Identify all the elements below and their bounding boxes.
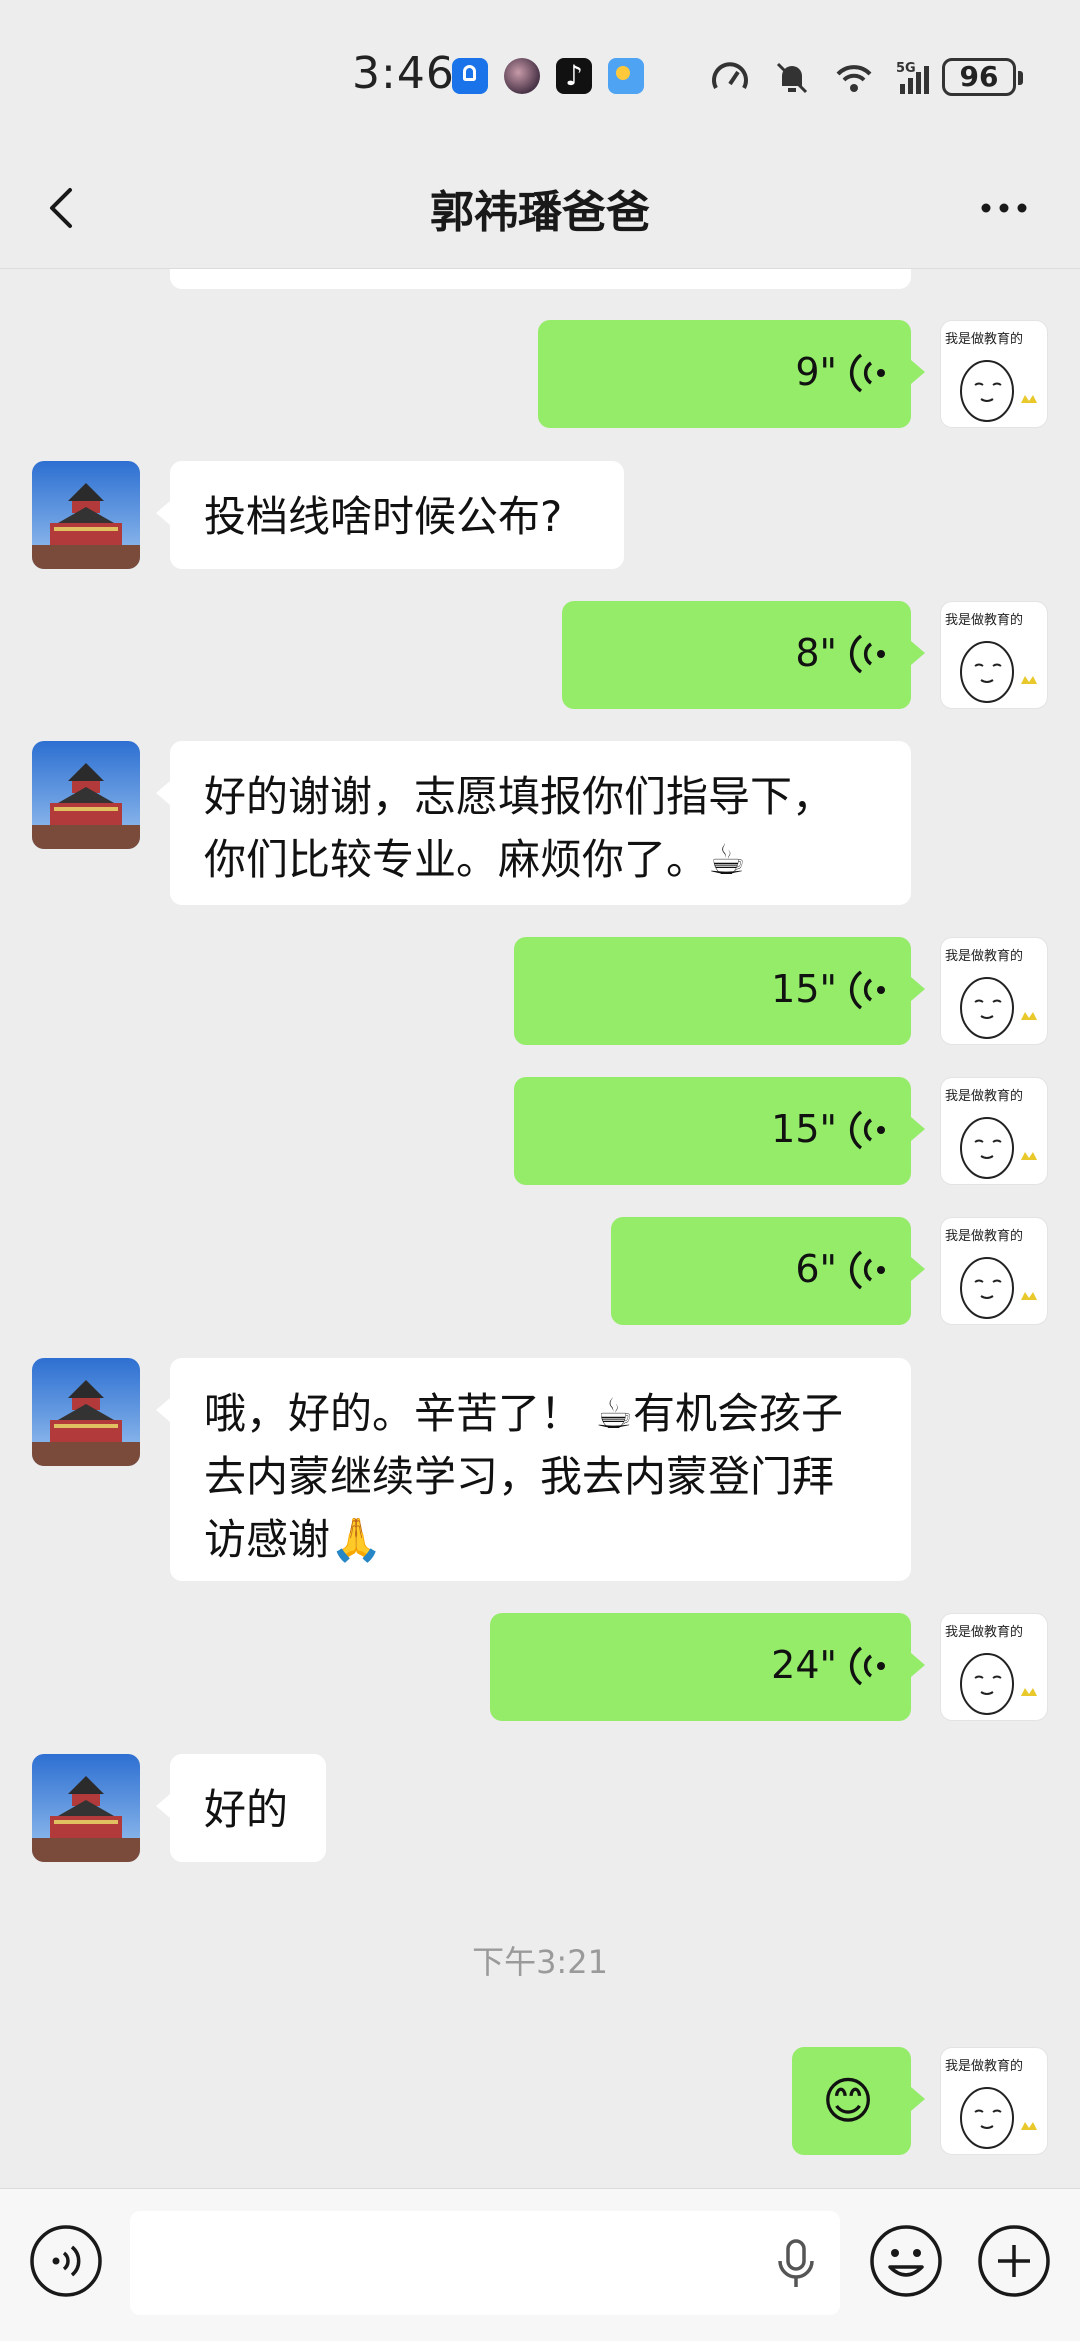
voice-duration: 24" xyxy=(771,1643,837,1687)
voice-message-bubble[interactable]: 15" xyxy=(514,937,925,1045)
weather-icon xyxy=(608,58,644,94)
chat-header: 郭祎璠爸爸 xyxy=(0,150,1080,269)
my-avatar[interactable]: 我是做教育的 xyxy=(940,2047,1048,2155)
svg-text:5G: 5G xyxy=(896,61,916,76)
input-bar xyxy=(0,2188,1080,2341)
5g-signal-icon: 5G xyxy=(896,61,929,94)
battery-icon: 96 xyxy=(942,58,1023,96)
sticker-face-icon: 我是做教育的 xyxy=(945,331,1037,422)
my-avatar[interactable]: 我是做教育的 xyxy=(940,937,1048,1045)
voice-wave-icon xyxy=(849,1110,885,1150)
emoji-message-bubble[interactable]: 😊 xyxy=(792,2047,925,2155)
contact-avatar[interactable] xyxy=(32,1358,140,1466)
voice-duration: 8" xyxy=(795,631,837,675)
voice-wave-icon xyxy=(849,970,885,1010)
timestamp: 下午3:21 xyxy=(472,1943,608,1981)
plus-icon[interactable] xyxy=(976,2223,1052,2299)
wifi-icon xyxy=(836,65,872,92)
sticker-face-icon: 我是做教育的 xyxy=(945,612,1037,703)
lightbulb-app-icon xyxy=(452,58,488,94)
voice-wave-icon xyxy=(849,1646,885,1686)
message-text-line: 访感谢🙏 xyxy=(204,1515,383,1564)
voice-message-bubble[interactable]: 24" xyxy=(490,1613,925,1721)
my-avatar[interactable]: 我是做教育的 xyxy=(940,601,1048,709)
tiktok-icon: ♪ xyxy=(556,58,592,94)
status-time: 3:46 xyxy=(352,48,455,99)
message-text: 好的 xyxy=(204,1785,289,1834)
chat-title: 郭祎璠爸爸 xyxy=(430,187,650,238)
svg-text:我是做教育的: 我是做教育的 xyxy=(945,948,1023,964)
sticker-face-icon: 我是做教育的 xyxy=(945,948,1037,1039)
svg-text:我是做教育的: 我是做教育的 xyxy=(945,1228,1023,1244)
voice-duration: 15" xyxy=(771,967,837,1011)
pagoda-photo xyxy=(32,1754,140,1862)
voice-wave-icon xyxy=(849,1250,885,1290)
sticker-face-icon: 我是做教育的 xyxy=(945,1088,1037,1179)
voice-message-bubble[interactable]: 15" xyxy=(514,1077,925,1185)
incoming-message-bubble[interactable]: 哦，好的。辛苦了！ ☕有机会孩子 去内蒙继续学习，我去内蒙登门拜 访感谢🙏 xyxy=(156,1358,911,1581)
pagoda-photo xyxy=(32,1358,140,1466)
speedometer-icon xyxy=(712,62,748,89)
pagoda-photo xyxy=(32,461,140,569)
my-avatar[interactable]: 我是做教育的 xyxy=(940,320,1048,428)
status-bar: 3:46 ♪ 5G 96 xyxy=(0,0,1080,150)
message-text: 投档线啥时候公布? xyxy=(204,492,563,541)
svg-text:我是做教育的: 我是做教育的 xyxy=(945,2058,1023,2074)
incoming-message-bubble[interactable]: 好的谢谢，志愿填报你们指导下， 你们比较专业。麻烦你了。☕ xyxy=(156,741,911,905)
voice-message-bubble[interactable]: 9" xyxy=(538,320,925,428)
voice-duration: 9" xyxy=(795,350,837,394)
sticker-face-icon: 我是做教育的 xyxy=(945,1228,1037,1319)
emoji-icon[interactable] xyxy=(868,2223,944,2299)
svg-text:我是做教育的: 我是做教育的 xyxy=(945,612,1023,628)
svg-text:我是做教育的: 我是做教育的 xyxy=(945,331,1023,347)
my-avatar[interactable]: 我是做教育的 xyxy=(940,1217,1048,1325)
voice-wave-icon xyxy=(849,634,885,674)
voice-message-bubble[interactable]: 6" xyxy=(611,1217,925,1325)
avatar-app-icon xyxy=(504,58,540,94)
more-dots-icon[interactable] xyxy=(972,180,1036,236)
my-avatar[interactable]: 我是做教育的 xyxy=(940,1613,1048,1721)
contact-avatar[interactable] xyxy=(32,461,140,569)
svg-text:我是做教育的: 我是做教育的 xyxy=(945,1088,1023,1104)
message-text-line: 你们比较专业。麻烦你了。☕ xyxy=(204,835,746,884)
message-text-line: 去内蒙继续学习，我去内蒙登门拜 xyxy=(204,1452,835,1501)
microphone-icon[interactable] xyxy=(768,2235,824,2291)
svg-text:我是做教育的: 我是做教育的 xyxy=(945,1624,1023,1640)
voice-duration: 15" xyxy=(771,1107,837,1151)
incoming-message-bubble[interactable]: 好的 xyxy=(156,1754,326,1862)
message-list[interactable]: 9" 我是做教育的 投档线啥时候公布? 8" 我是做教育的 好的谢谢，志愿填报你… xyxy=(0,269,1080,2188)
pagoda-photo xyxy=(32,741,140,849)
contact-avatar[interactable] xyxy=(32,1754,140,1862)
bell-muted-icon xyxy=(776,62,808,94)
contact-avatar[interactable] xyxy=(32,741,140,849)
message-text-line: 好的谢谢，志愿填报你们指导下， xyxy=(204,772,835,821)
status-icons: 5G xyxy=(710,56,936,100)
message-input[interactable] xyxy=(130,2211,840,2315)
sticker-face-icon: 我是做教育的 xyxy=(945,2058,1037,2149)
sticker-face-icon: 我是做教育的 xyxy=(945,1624,1037,1715)
my-avatar[interactable]: 我是做教育的 xyxy=(940,1077,1048,1185)
voice-wave-icon xyxy=(849,353,885,393)
incoming-message-bubble[interactable]: 投档线啥时候公布? xyxy=(156,461,624,569)
message-bubble-partial xyxy=(170,269,911,289)
message-text-line: 哦，好的。辛苦了！ ☕有机会孩子 xyxy=(204,1389,844,1438)
voice-message-bubble[interactable]: 8" xyxy=(562,601,925,709)
smile-emoji: 😊 xyxy=(822,2072,875,2130)
voice-mode-icon[interactable] xyxy=(28,2223,104,2299)
voice-duration: 6" xyxy=(795,1247,837,1291)
